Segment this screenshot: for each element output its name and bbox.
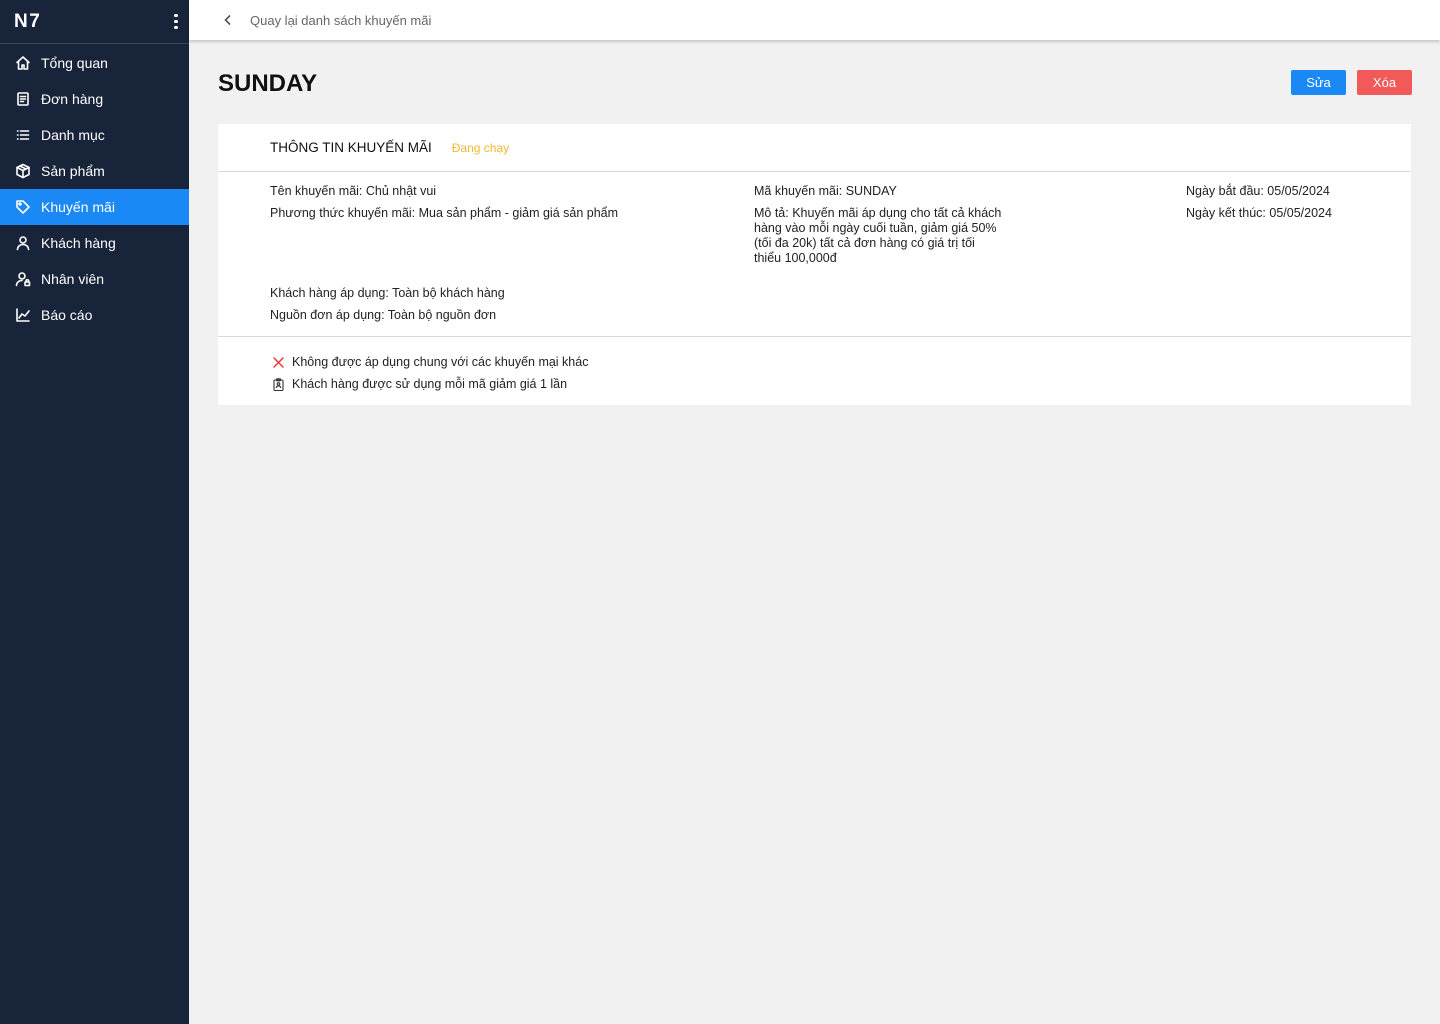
back-link-label: Quay lại danh sách khuyến mãi	[250, 12, 432, 28]
rule-text: Khách hàng được sử dụng mỗi mã giảm giá …	[292, 377, 568, 391]
sidebar-header: N7	[0, 0, 189, 44]
promotion-info-card: THÔNG TIN KHUYẾN MÃI Đang chạy Tên khuyế…	[218, 124, 1411, 405]
chart-icon	[15, 307, 31, 323]
user-icon	[15, 235, 31, 251]
card-title: THÔNG TIN KHUYẾN MÃI	[270, 140, 432, 155]
start-date: Ngày bắt đầu: 05/05/2024	[1186, 184, 1330, 198]
sidebar-item-label: Khách hàng	[41, 235, 116, 251]
sidebar-item-label: Khuyến mãi	[41, 199, 115, 215]
app-logo[interactable]: N7	[14, 11, 41, 33]
sidebar-item-label: Báo cáo	[41, 307, 93, 323]
sidebar: N7 Tổng quan Đơn hàng Danh mục Sản phẩm …	[0, 0, 189, 1024]
tag-icon	[15, 199, 31, 215]
sidebar-item-label: Nhân viên	[41, 271, 105, 287]
rule-item: Khách hàng được sử dụng mỗi mã giảm giá …	[272, 373, 1411, 395]
sidebar-item-khuyen-mai[interactable]: Khuyến mãi	[0, 189, 189, 225]
sidebar-item-nhan-vien[interactable]: Nhân viên	[0, 261, 189, 297]
promotion-details: Tên khuyến mãi: Chủ nhật vui Phương thức…	[218, 172, 1411, 337]
box-icon	[15, 163, 31, 179]
chevron-left-icon	[224, 14, 231, 26]
applied-customers: Khách hàng áp dụng: Toàn bộ khách hàng	[270, 286, 505, 300]
sidebar-item-danh-muc[interactable]: Danh mục	[0, 117, 189, 153]
applied-sources: Nguồn đơn áp dụng: Toàn bộ nguồn đơn	[270, 308, 497, 322]
sidebar-item-label: Sản phẩm	[41, 163, 105, 179]
promotion-description: Mô tả: Khuyến mãi áp dụng cho tất cả khá…	[754, 206, 1002, 265]
sidebar-item-label: Đơn hàng	[41, 91, 104, 107]
sidebar-item-khach-hang[interactable]: Khách hàng	[0, 225, 189, 261]
sidebar-item-label: Tổng quan	[41, 55, 108, 71]
promotion-rules: Không được áp dụng chung với các khuyến …	[218, 337, 1411, 395]
home-icon	[15, 55, 31, 71]
end-date: Ngày kết thúc: 05/05/2024	[1186, 206, 1332, 220]
sidebar-item-tong-quan[interactable]: Tổng quan	[0, 45, 189, 81]
more-options-icon[interactable]	[171, 13, 181, 30]
back-link[interactable]: Quay lại danh sách khuyến mãi	[222, 13, 431, 28]
close-icon	[272, 356, 285, 369]
sidebar-item-don-hang[interactable]: Đơn hàng	[0, 81, 189, 117]
sidebar-nav: Tổng quan Đơn hàng Danh mục Sản phẩm Khu…	[0, 45, 189, 333]
rule-text: Không được áp dụng chung với các khuyến …	[292, 355, 589, 369]
edit-button[interactable]: Sửa	[1291, 70, 1346, 95]
delete-button[interactable]: Xóa	[1357, 70, 1412, 95]
document-icon	[15, 91, 31, 107]
rule-item: Không được áp dụng chung với các khuyến …	[272, 351, 1411, 373]
clipboard-user-icon	[272, 377, 285, 391]
top-bar: Quay lại danh sách khuyến mãi	[189, 0, 1440, 40]
sidebar-item-label: Danh mục	[41, 127, 105, 143]
page-title: SUNDAY	[218, 70, 318, 97]
sidebar-item-san-pham[interactable]: Sản phẩm	[0, 153, 189, 189]
promotion-code: Mã khuyến mãi: SUNDAY	[754, 184, 897, 198]
promotion-name: Tên khuyến mãi: Chủ nhật vui	[270, 184, 437, 198]
promotion-method: Phương thức khuyến mãi: Mua sản phẩm - g…	[270, 206, 619, 220]
card-header: THÔNG TIN KHUYẾN MÃI Đang chạy	[218, 124, 1411, 172]
status-badge: Đang chạy	[451, 140, 510, 155]
list-icon	[15, 127, 31, 143]
sidebar-item-bao-cao[interactable]: Báo cáo	[0, 297, 189, 333]
user-lock-icon	[15, 271, 31, 287]
